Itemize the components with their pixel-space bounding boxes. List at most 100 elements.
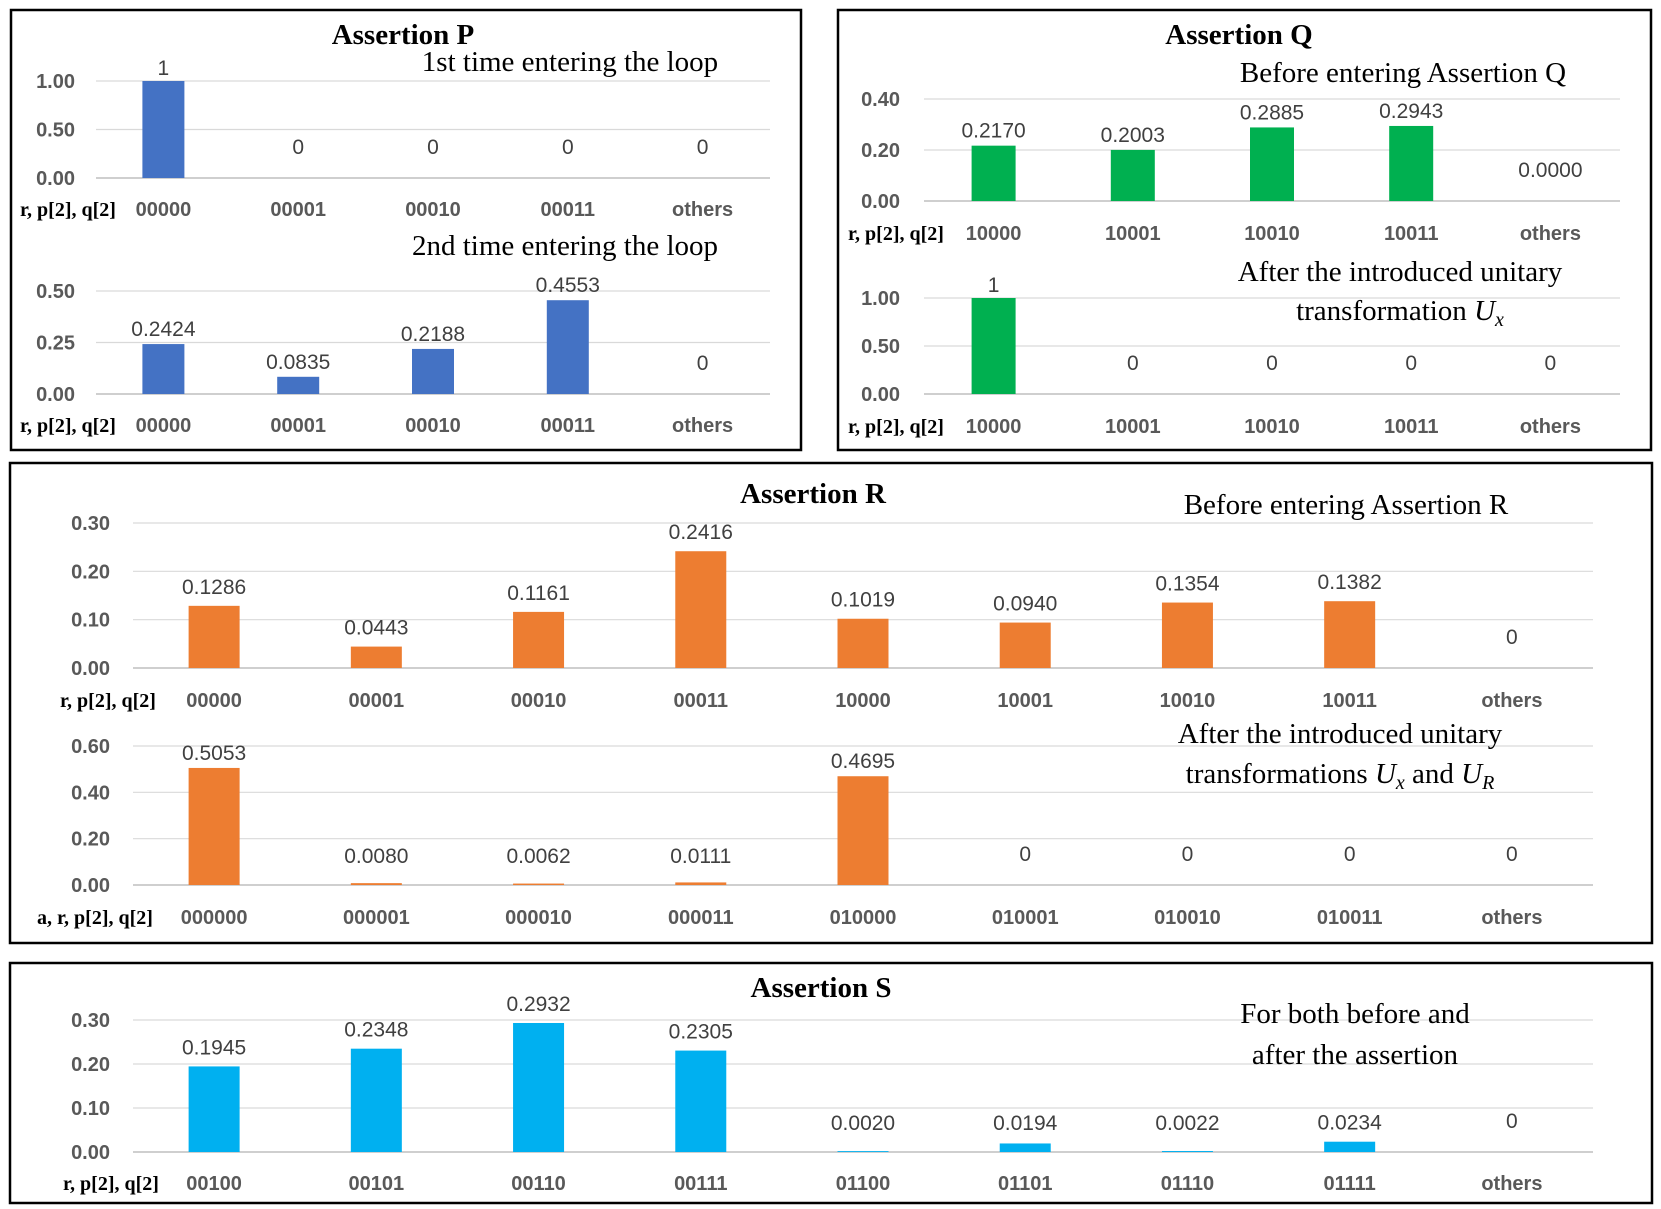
x-tick-label: 00000 <box>136 415 192 437</box>
chart-subtitle-line: transformation Ux <box>1296 295 1504 331</box>
chart-subtitle-line: transformations Ux and UR <box>1186 758 1495 794</box>
data-label: 1 <box>988 274 1000 297</box>
y-tick-label: 0.00 <box>71 1142 110 1164</box>
data-label: 0.2003 <box>1101 124 1165 147</box>
data-label: 0.1161 <box>507 582 570 605</box>
data-label: 0 <box>1266 352 1278 375</box>
bar <box>675 551 727 668</box>
data-label: 0.0234 <box>1318 1112 1383 1135</box>
y-tick-label: 0.30 <box>71 1010 110 1032</box>
x-axis-label: r, p[2], q[2] <box>848 416 944 438</box>
y-tick-label: 0.00 <box>71 875 110 897</box>
data-label: 0.5053 <box>182 742 246 765</box>
bar <box>675 882 727 885</box>
data-label: 0 <box>1506 1110 1518 1133</box>
x-axis-label: r, p[2], q[2] <box>20 415 116 437</box>
bar <box>350 883 402 885</box>
data-label: 0.4695 <box>831 750 895 773</box>
chart-0: 0.000.501.001000000000010000100000110oth… <box>20 19 770 221</box>
x-tick-label: 01101 <box>998 1173 1053 1195</box>
data-label: 0 <box>1545 352 1557 375</box>
chart-subtitle: 2nd time entering the loop <box>412 230 718 262</box>
x-tick-label: 00100 <box>186 1173 242 1195</box>
x-tick-label: 10001 <box>1105 416 1161 438</box>
bar <box>546 300 589 394</box>
bar <box>837 618 889 668</box>
x-tick-label: 00001 <box>270 415 326 437</box>
bar <box>1161 602 1213 668</box>
x-tick-label: 000001 <box>343 907 410 929</box>
x-tick-label: 010000 <box>830 907 897 929</box>
chart-3: 0.00 0.50 1.00 1 10000 0 10001 0 10010 0 10011 0 oth… <box>848 256 1620 438</box>
data-label: 1 <box>158 57 170 80</box>
x-tick-label: 10001 <box>1105 223 1161 245</box>
bar <box>837 776 889 885</box>
y-tick-label: 0.20 <box>71 1054 110 1076</box>
chart-subtitle: Before entering Assertion Q <box>1240 57 1566 89</box>
x-tick-label: 000011 <box>668 907 734 929</box>
y-tick-label: 0.50 <box>36 281 75 303</box>
chart-subtitle: Before entering Assertion R <box>1184 489 1509 521</box>
x-tick-label: 00000 <box>186 690 242 712</box>
x-tick-label: 00010 <box>511 690 567 712</box>
bar <box>350 1048 402 1152</box>
bar <box>513 611 565 668</box>
bar <box>188 605 240 668</box>
data-label: 0 <box>697 352 709 375</box>
data-label: 0.2188 <box>401 323 465 346</box>
x-tick-label: others <box>672 199 733 221</box>
assertion-charts-figure: 0.000.501.001000000000010000100000110oth… <box>8 8 1654 1205</box>
bar <box>1250 127 1294 201</box>
x-tick-label: 01100 <box>836 1173 891 1195</box>
data-label: 0.2943 <box>1379 100 1443 123</box>
x-tick-label: 00011 <box>541 199 596 221</box>
data-label: 0 <box>1405 352 1417 375</box>
chart-5: 0.000.200.400.60 0.50530000000.0080000001… <box>37 718 1593 929</box>
data-label: 0.0022 <box>1155 1112 1219 1135</box>
data-label: 0.1286 <box>182 576 246 599</box>
x-tick-label: 10010 <box>1160 690 1216 712</box>
bar <box>1389 125 1434 201</box>
bar <box>142 344 185 394</box>
x-tick-label: 010001 <box>992 907 1059 929</box>
data-label: 0.0062 <box>506 845 570 868</box>
x-tick-label: 00010 <box>405 415 461 437</box>
y-tick-label: 1.00 <box>36 71 75 93</box>
bar <box>1324 1141 1376 1152</box>
x-tick-label: 10010 <box>1244 416 1300 438</box>
x-tick-label: 00000 <box>136 199 192 221</box>
x-tick-label: 10011 <box>1384 223 1439 245</box>
x-tick-label: 00101 <box>349 1173 405 1195</box>
x-tick-label: 010010 <box>1154 907 1221 929</box>
y-tick-label: 0.20 <box>71 561 110 583</box>
x-tick-label: 01111 <box>1324 1173 1376 1195</box>
data-label: 0.0020 <box>831 1112 895 1135</box>
data-label: 0.0443 <box>344 617 408 640</box>
x-axis-label: a, r, p[2], q[2] <box>37 907 153 929</box>
x-tick-label: 00001 <box>349 690 405 712</box>
chart-subtitle-line: For both before and <box>1240 998 1470 1030</box>
chart-subtitle: 1st time entering the loop <box>422 46 718 78</box>
panel-title: Assertion Q <box>1165 19 1312 51</box>
chart-4: 0.00 0.10 0.20 0.30 0.1286 00000 0.0443 00001 0.… <box>60 478 1593 712</box>
x-tick-label: 10011 <box>1384 416 1439 438</box>
x-tick-label: 10000 <box>835 690 891 712</box>
x-tick-label: 00111 <box>674 1173 727 1195</box>
panel-title: Assertion S <box>751 972 892 1004</box>
x-tick-label: 00010 <box>405 199 461 221</box>
x-axis-label: r, p[2], q[2] <box>60 690 156 712</box>
chart-subtitle-line: after the assertion <box>1252 1039 1459 1071</box>
x-tick-label: 00110 <box>511 1173 566 1195</box>
data-label: 0.1019 <box>831 589 895 612</box>
data-label: 0.2932 <box>506 993 570 1016</box>
bar <box>675 1050 727 1152</box>
data-label: 0 <box>1506 626 1518 649</box>
x-tick-label: others <box>1481 1173 1542 1195</box>
x-axis-label: r, p[2], q[2] <box>20 199 116 221</box>
x-tick-label: others <box>1520 416 1581 438</box>
data-label: 0 <box>562 136 574 159</box>
x-tick-label: 00011 <box>541 415 596 437</box>
x-tick-label: others <box>672 415 733 437</box>
x-tick-label: 10000 <box>966 223 1022 245</box>
x-tick-label: 000000 <box>181 907 248 929</box>
